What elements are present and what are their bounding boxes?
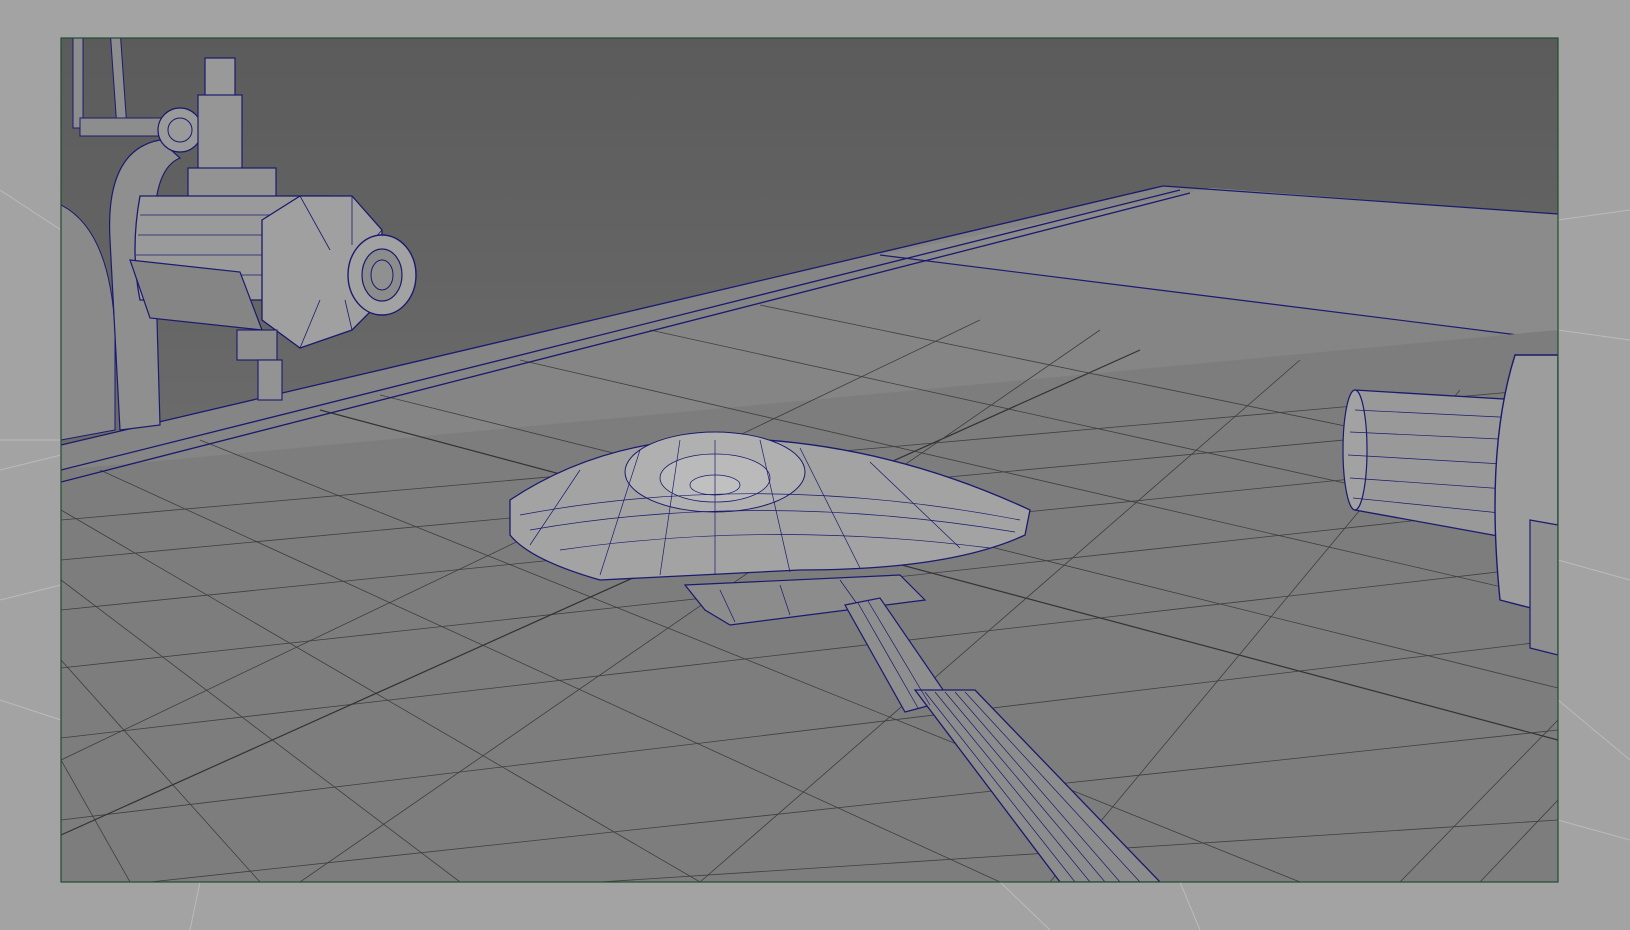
viewport-canvas[interactable] [0,0,1630,930]
maya-viewport[interactable] [0,0,1630,930]
gate-content [61,38,1558,882]
